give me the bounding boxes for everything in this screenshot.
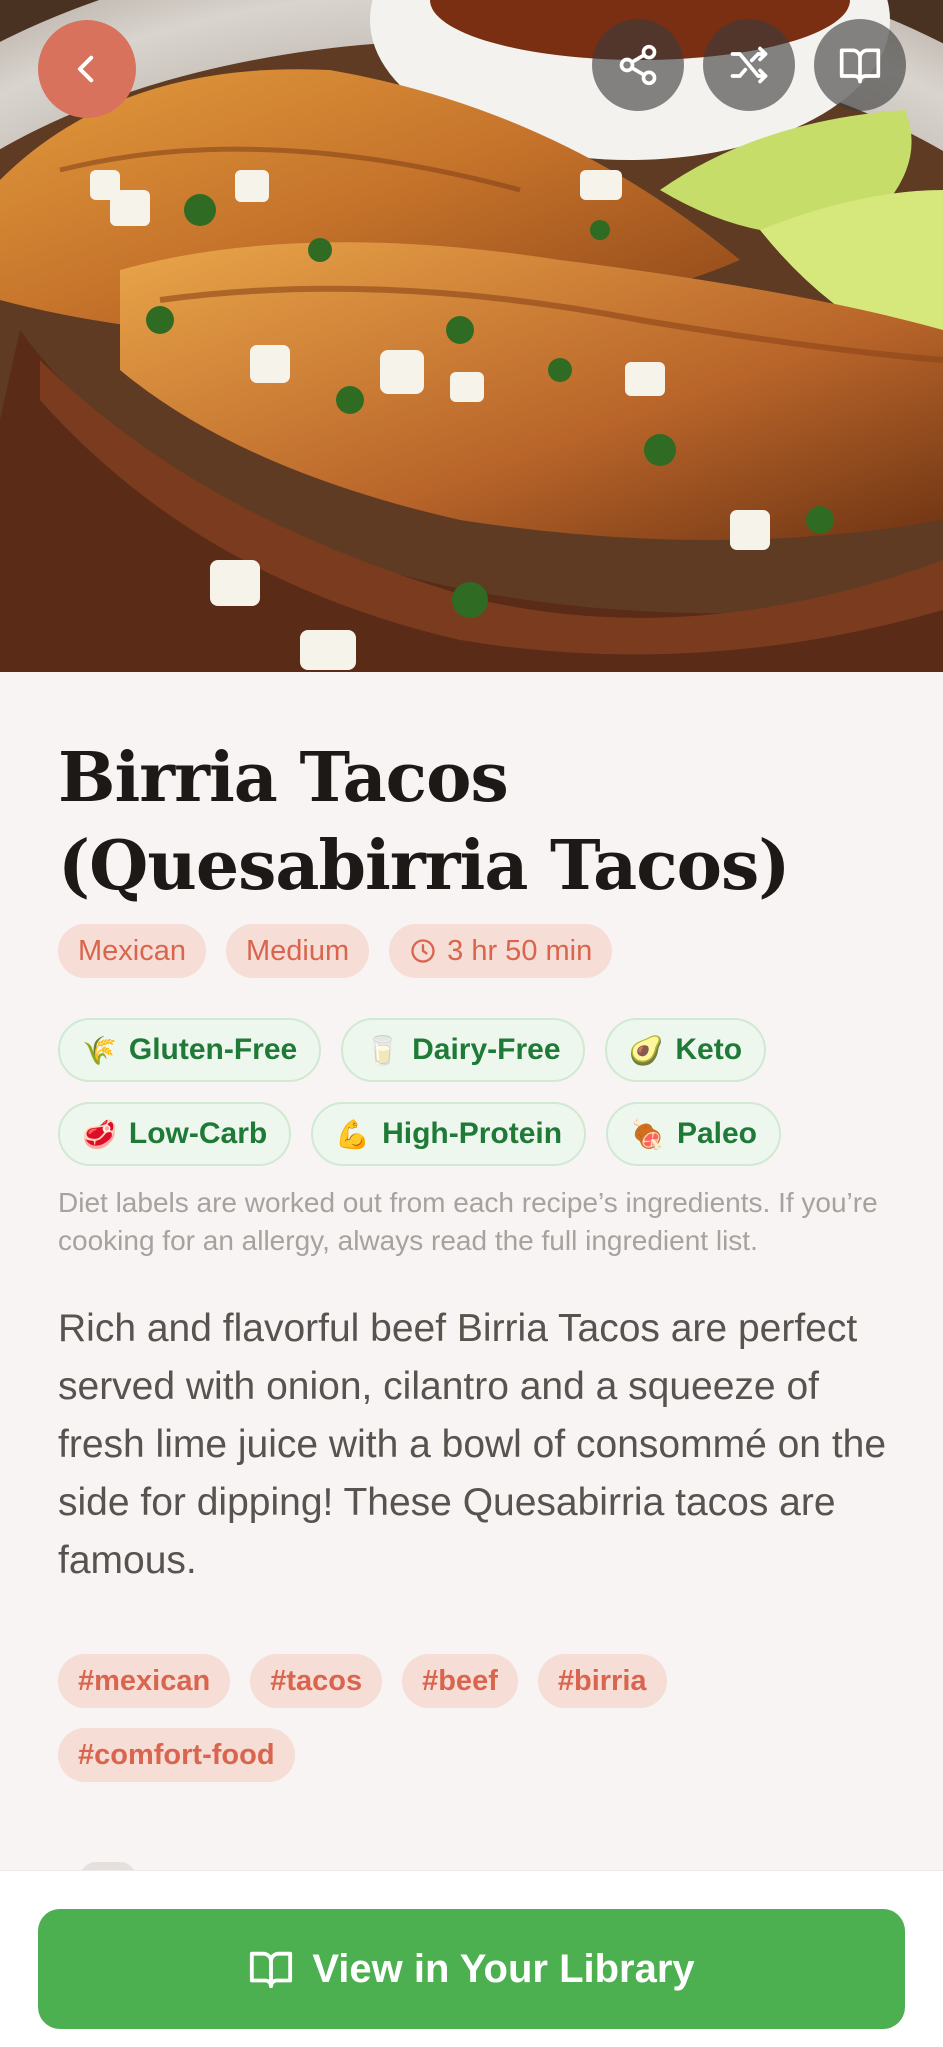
book-open-icon (250, 1951, 293, 1989)
meat-bone-icon: 🍖 (630, 1118, 665, 1150)
recipe-title: Birria Tacos (Quesabirria Tacos) (58, 738, 790, 906)
bottom-action-bar: View in Your Library (0, 1870, 943, 2047)
tag-mexican[interactable]: #mexican (58, 1654, 231, 1708)
shuffle-button[interactable] (703, 19, 795, 111)
book-open-icon (839, 48, 881, 84)
tag-tacos[interactable]: #tacos (250, 1654, 383, 1708)
diet-labels: 🌾 Gluten-Free 🥛 Dairy-Free 🥑 Keto 🥩 Low-… (58, 1018, 898, 1166)
shuffle-icon (730, 46, 768, 84)
recipe-hero-image (0, 0, 943, 672)
time-badge: 3 hr 50 min (389, 924, 613, 978)
flexed-arm-icon: 💪 (335, 1118, 371, 1150)
share-icon (619, 44, 657, 86)
view-in-library-label: View in Your Library (312, 1946, 695, 1991)
wheat-icon: 🌾 (82, 1034, 117, 1066)
tag-comfort-food[interactable]: #comfort-food (58, 1728, 295, 1782)
diet-label-text: Paleo (676, 1117, 757, 1150)
time-label: 3 hr 50 min (447, 934, 593, 967)
clock-icon (411, 939, 435, 963)
diet-label-text: High-Protein (382, 1117, 563, 1150)
recipe-description: Rich and flavorful beef Birria Tacos are… (58, 1307, 887, 1582)
diet-label-dairy-free: 🥛 Dairy-Free (341, 1018, 585, 1082)
share-button[interactable] (592, 19, 684, 111)
diet-disclaimer: Diet labels are worked out from each rec… (58, 1187, 878, 1256)
tag-list: #mexican #tacos #beef #birria #comfort-f… (58, 1654, 898, 1782)
difficulty-label: Medium (246, 934, 350, 967)
cuisine-badge: Mexican (58, 924, 206, 978)
milk-icon: 🥛 (365, 1034, 401, 1066)
diet-label-low-carb: 🥩 Low-Carb (58, 1102, 292, 1166)
diet-label-text: Low-Carb (128, 1117, 268, 1150)
chevron-left-icon (77, 55, 94, 83)
recipe-details: Birria Tacos (Quesabirria Tacos) Mexican… (58, 672, 898, 1782)
diet-label-text: Gluten-Free (128, 1033, 298, 1066)
diet-label-text: Keto (675, 1033, 743, 1066)
diet-label-gluten-free: 🌾 Gluten-Free (58, 1018, 322, 1082)
difficulty-badge: Medium (226, 924, 370, 978)
diet-label-high-protein: 💪 High-Protein (311, 1102, 587, 1166)
tag-birria[interactable]: #birria (537, 1654, 667, 1708)
diet-label-keto: 🥑 Keto (604, 1018, 767, 1082)
recipe-meta: Mexican Medium 3 hr 50 min (58, 924, 898, 978)
avocado-icon: 🥑 (628, 1034, 664, 1066)
view-in-library-button[interactable]: View in Your Library (38, 1909, 905, 2029)
diet-label-text: Dairy-Free (412, 1033, 561, 1066)
tag-beef[interactable]: #beef (402, 1654, 518, 1708)
cuisine-label: Mexican (78, 934, 186, 967)
library-button[interactable] (814, 19, 906, 111)
back-button[interactable] (38, 20, 136, 118)
diet-label-paleo: 🍖 Paleo (606, 1102, 781, 1166)
steak-icon: 🥩 (82, 1118, 117, 1150)
